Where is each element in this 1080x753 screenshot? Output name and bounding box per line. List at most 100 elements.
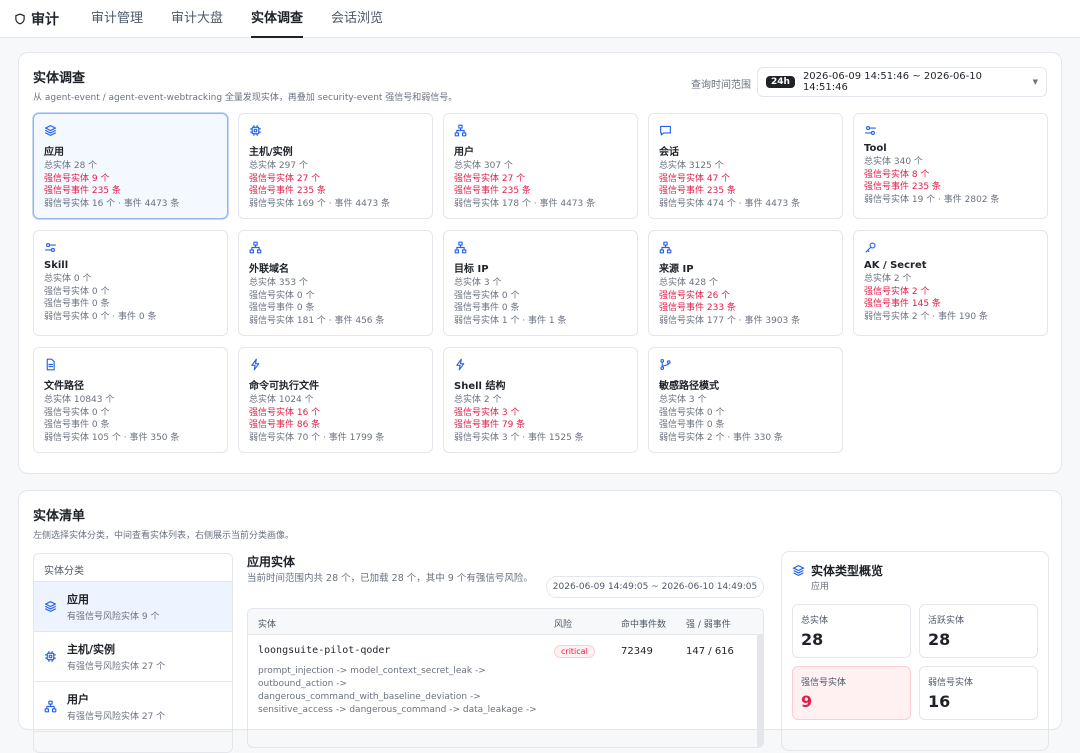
entity-inventory-panel: 实体清单 左侧选择实体分类，中间查看实体列表，右侧展示当前分类画像。 实体分类 … [18,490,1062,753]
list-title: 应用实体 [247,555,296,569]
card-weak: 弱信号实体 2 个 · 事件 330 条 [659,432,783,443]
stat-total: 总实体 28 [792,604,911,658]
entity-card[interactable]: 应用 总实体 28 个强信号实体 9 个强信号事件 235 条弱信号实体 16 个… [33,113,228,219]
stat-value: 28 [928,630,951,649]
card-strong-events: 强信号事件 235 条 [864,182,941,192]
card-total: 总实体 0 个 [44,274,92,284]
col-strong-weak[interactable]: 强 / 弱事件 [686,617,731,630]
stat-value: 28 [801,630,824,649]
entity-card[interactable]: 会话 总实体 3125 个强信号实体 47 个强信号事件 235 条弱信号实体 4… [648,113,843,219]
card-strong-entities: 强信号实体 2 个 [864,286,930,297]
table-header: 实体 风险 命中事件数 强 / 弱事件 [248,609,763,635]
tab-audit-dashboard[interactable]: 审计大盘 [157,0,237,38]
category-name: 应用 [67,593,89,606]
entity-card[interactable]: Tool 总实体 340 个强信号实体 8 个强信号事件 235 条弱信号实体 1… [853,113,1048,219]
card-total: 总实体 307 个 [454,161,513,171]
card-strong-entities: 强信号实体 27 个 [454,173,526,184]
category-header: 实体分类 [34,554,232,582]
chevron-down-icon: ▼ [1032,78,1038,86]
tab-entity-investigate[interactable]: 实体调查 [237,0,317,38]
table-row[interactable]: loongsuite-pilot-qoder prompt_injection … [248,635,763,747]
card-strong-events: 强信号事件 235 条 [44,186,121,196]
card-total: 总实体 3125 个 [659,161,724,171]
category-name: 用户 [67,693,89,706]
card-weak: 弱信号实体 19 个 · 事件 2802 条 [864,194,1000,205]
card-total: 总实体 28 个 [44,161,98,171]
chat-icon [660,125,671,136]
card-strong-events: 强信号事件 235 条 [659,186,736,196]
entity-name[interactable]: loongsuite-pilot-qoder [258,645,390,656]
category-item[interactable]: 用户 有强信号风险实体 27 个 [34,682,232,732]
card-weak: 弱信号实体 70 个 · 事件 1799 条 [249,432,385,443]
card-total: 总实体 297 个 [249,161,308,171]
col-hits[interactable]: 命中事件数 [621,617,666,630]
network-icon [659,241,672,254]
category-list: 实体分类 应用 有强信号风险实体 9 个主机/实例 有强信号风险实体 27 个用户有… [33,553,233,753]
card-name: Tool [864,143,887,154]
card-strong-events: 强信号事件 235 条 [249,186,326,196]
stat-active: 活跃实体 28 [919,604,1038,658]
card-weak: 弱信号实体 178 个 · 事件 4473 条 [454,198,596,209]
card-weak: 弱信号实体 177 个 · 事件 3903 条 [659,315,801,326]
card-strong-entities: 强信号实体 0 个 [44,407,110,418]
brand-label: 审计 [31,11,59,28]
card-name: 文件路径 [44,381,84,392]
layers-icon [45,125,56,136]
col-risk[interactable]: 风险 [554,617,572,630]
card-strong-events: 强信号事件 79 条 [454,420,526,430]
stat-label: 活跃实体 [928,616,965,626]
entity-card[interactable]: 来源 IP 总实体 428 个强信号实体 26 个强信号事件 233 条弱信号实体… [648,230,843,336]
network-icon [454,124,467,137]
entity-card[interactable]: 敏感路径模式 总实体 3 个强信号实体 0 个强信号事件 0 条弱信号实体 2 个… [648,347,843,453]
entity-card[interactable]: 外联域名 总实体 353 个强信号实体 0 个强信号事件 0 条弱信号实体 181… [238,230,433,336]
table-scrollbar[interactable] [757,635,763,747]
card-weak: 弱信号实体 0 个 · 事件 0 条 [44,311,157,322]
entity-card[interactable]: 命令可执行文件 总实体 1024 个强信号实体 16 个强信号事件 86 条弱信号… [238,347,433,453]
branch-icon [660,358,671,371]
card-strong-events: 强信号事件 0 条 [249,303,315,313]
card-name: 会话 [659,147,679,158]
tab-audit-manage[interactable]: 审计管理 [77,0,157,38]
card-weak: 弱信号实体 169 个 · 事件 4473 条 [249,198,391,209]
network-icon [249,241,262,254]
inventory-subtitle: 左侧选择实体分类，中间查看实体列表，右侧展示当前分类画像。 [33,531,295,541]
category-sub: 有强信号风险实体 9 个 [67,612,160,622]
card-weak: 弱信号实体 2 个 · 事件 190 条 [864,311,988,322]
entity-card[interactable]: 目标 IP 总实体 3 个强信号实体 0 个强信号事件 0 条弱信号实体 1 个 … [443,230,638,336]
entity-card[interactable]: Shell 结构 总实体 2 个强信号实体 3 个强信号事件 79 条弱信号实体 … [443,347,638,453]
card-strong-entities: 强信号实体 0 个 [44,286,110,297]
entity-card[interactable]: 用户 总实体 307 个强信号实体 27 个强信号事件 235 条弱信号实体 17… [443,113,638,219]
list-time-range[interactable]: 2026-06-09 14:49:05 ~ 2026-06-10 14:49:0… [546,576,764,598]
overview-title: 实体类型概览 [811,564,884,578]
hit-count: 72349 [621,646,653,657]
card-strong-events: 强信号事件 0 条 [44,420,110,430]
stat-value: 16 [928,692,951,711]
card-name: Skill [44,260,69,271]
card-strong-events: 强信号事件 145 条 [864,299,941,309]
stat-strong: 强信号实体 9 [792,666,911,720]
entity-card[interactable]: Skill 总实体 0 个强信号实体 0 个强信号事件 0 条弱信号实体 0 个 … [33,230,228,336]
stat-value: 9 [801,692,813,711]
category-item[interactable]: 应用有强信号风险实体 9 个 [34,582,232,632]
category-item[interactable]: 主机/实例 有强信号风险实体 27 个 [34,632,232,682]
layers-icon [792,564,805,577]
card-name: AK / Secret [864,260,927,271]
entity-card[interactable]: 文件路径 总实体 10843 个强信号实体 0 个强信号事件 0 条弱信号实体 1… [33,347,228,453]
col-entity[interactable]: 实体 [258,617,276,630]
stat-label: 弱信号实体 [928,678,974,688]
card-strong-entities: 强信号实体 0 个 [249,290,315,301]
card-name: 应用 [44,147,64,158]
card-strong-events: 强信号事件 233 条 [659,303,736,313]
card-strong-events: 强信号事件 0 条 [659,420,725,430]
time-range-select[interactable]: 24h 2026-06-09 14:51:46 ~ 2026-06-10 14:… [757,67,1047,97]
card-strong-entities: 强信号实体 0 个 [659,407,725,418]
chip-icon [250,125,261,136]
card-strong-entities: 强信号实体 16 个 [249,407,321,418]
tab-session-browse[interactable]: 会话浏览 [317,0,397,38]
card-strong-entities: 强信号实体 0 个 [454,290,520,301]
brand[interactable]: 审计 [14,9,59,29]
entity-card[interactable]: AK / Secret 总实体 2 个强信号实体 2 个强信号事件 145 条弱信… [853,230,1048,336]
entity-investigate-panel: 实体调查 从 agent-event / agent-event-webtrac… [18,52,1062,474]
entity-card[interactable]: 主机/实例 总实体 297 个强信号实体 27 个强信号事件 235 条弱信号实体… [238,113,433,219]
stat-weak: 弱信号实体 16 [919,666,1038,720]
